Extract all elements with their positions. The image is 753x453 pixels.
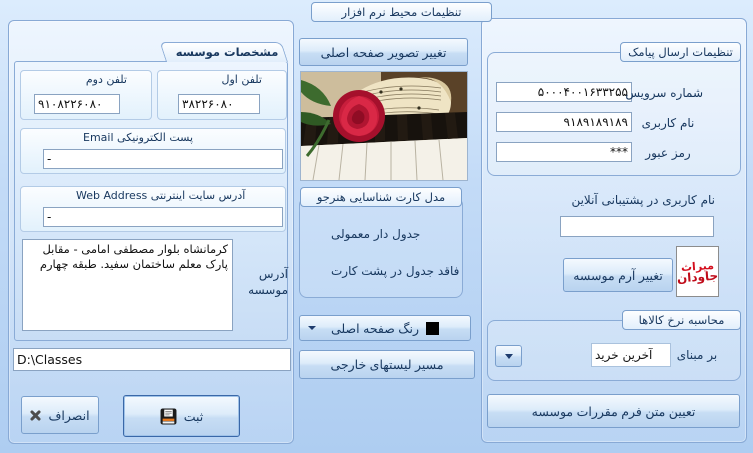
web-address-label: آدرس سایت اینترنتی Web Address (76, 189, 246, 202)
institution-logo: میراث جاودان (676, 246, 719, 297)
email-label: پست الکترونیکی Email (83, 131, 194, 144)
radio-no-table-label: فاقد جدول در پشت کارت (331, 264, 460, 278)
web-address-group: آدرس سایت اینترنتی Web Address (20, 186, 286, 232)
card-model-group (299, 197, 463, 298)
color-swatch (426, 321, 440, 335)
web-address-input[interactable] (43, 207, 283, 227)
classes-path-input[interactable] (13, 348, 291, 371)
sms-username-label: نام کاربری (641, 116, 695, 130)
address-textarea[interactable]: کرمانشاه بلوار مصطفی امامی - مقابل پارک … (22, 239, 233, 331)
external-lists-label: مسیر لیستهای خارجی (330, 358, 444, 372)
service-number-label: شماره سرویس (625, 86, 703, 100)
address-label: آدرس موسسه (248, 267, 288, 297)
save-floppy-icon (160, 408, 177, 425)
chevron-down-icon (308, 326, 316, 330)
price-basis-dropdown-button[interactable] (495, 345, 522, 367)
sms-settings-caption: تنظیمات ارسال پیامک (620, 42, 741, 62)
main-color-label: رنگ صفحه اصلی (331, 321, 420, 336)
sms-password-input[interactable] (496, 142, 632, 162)
sms-username-input[interactable] (496, 112, 632, 132)
price-basis-combobox[interactable] (591, 343, 671, 367)
change-logo-label: تغییر آرم موسسه (573, 268, 663, 283)
phone2-label: تلفن دوم (85, 73, 127, 86)
save-label: ثبت (183, 409, 204, 424)
phone1-input[interactable] (178, 94, 260, 114)
dropdown-arrow-icon (504, 353, 513, 359)
tab-institution-details[interactable]: مشخصات موسسه (166, 42, 288, 62)
change-main-image-label: تغییر تصویر صفحه اصلی (320, 45, 447, 60)
phone1-group: تلفن اول (157, 70, 287, 120)
change-main-image-button[interactable]: تغییر تصویر صفحه اصلی (299, 38, 468, 66)
save-button[interactable]: ثبت (123, 395, 240, 437)
settings-window: { "title": "تنظیمات محیط نرم افزار", "le… (0, 0, 753, 453)
change-logo-button[interactable]: تغییر آرم موسسه (563, 258, 673, 292)
based-on-label: بر مبنای (676, 348, 718, 362)
card-model-caption: مدل کارت شناسایی هنرجو (300, 187, 462, 207)
phone2-input[interactable] (34, 94, 120, 114)
cancel-button[interactable]: انصراف (21, 396, 99, 434)
phone2-group: تلفن دوم (20, 70, 152, 120)
tab-label: مشخصات موسسه (175, 45, 279, 59)
external-lists-button[interactable]: مسیر لیستهای خارجی (299, 350, 475, 379)
phone1-label: تلفن اول (221, 73, 263, 86)
cancel-label: انصراف (48, 408, 90, 423)
main-color-button[interactable]: رنگ صفحه اصلی (299, 315, 471, 341)
sms-password-label: رمز عبور (645, 146, 691, 160)
window-title: تنظیمات محیط نرم افزار (311, 2, 492, 22)
service-number-input[interactable] (496, 82, 632, 102)
online-support-input[interactable] (560, 216, 714, 237)
email-input[interactable] (43, 149, 283, 169)
radio-normal-table-label: جدول دار معمولی (331, 227, 421, 241)
main-page-image (300, 71, 468, 181)
close-icon (30, 410, 41, 421)
price-calc-caption: محاسبه نرخ کالاها (622, 310, 741, 330)
regulations-text-button[interactable]: تعیین متن فرم مقررات موسسه (487, 394, 740, 428)
online-support-label: نام کاربری در پشتیبانی آنلاین (571, 193, 715, 207)
logo-line2: جاودان (676, 268, 719, 285)
email-group: پست الکترونیکی Email (20, 128, 286, 174)
regulations-text-label: تعیین متن فرم مقررات موسسه (531, 404, 696, 419)
